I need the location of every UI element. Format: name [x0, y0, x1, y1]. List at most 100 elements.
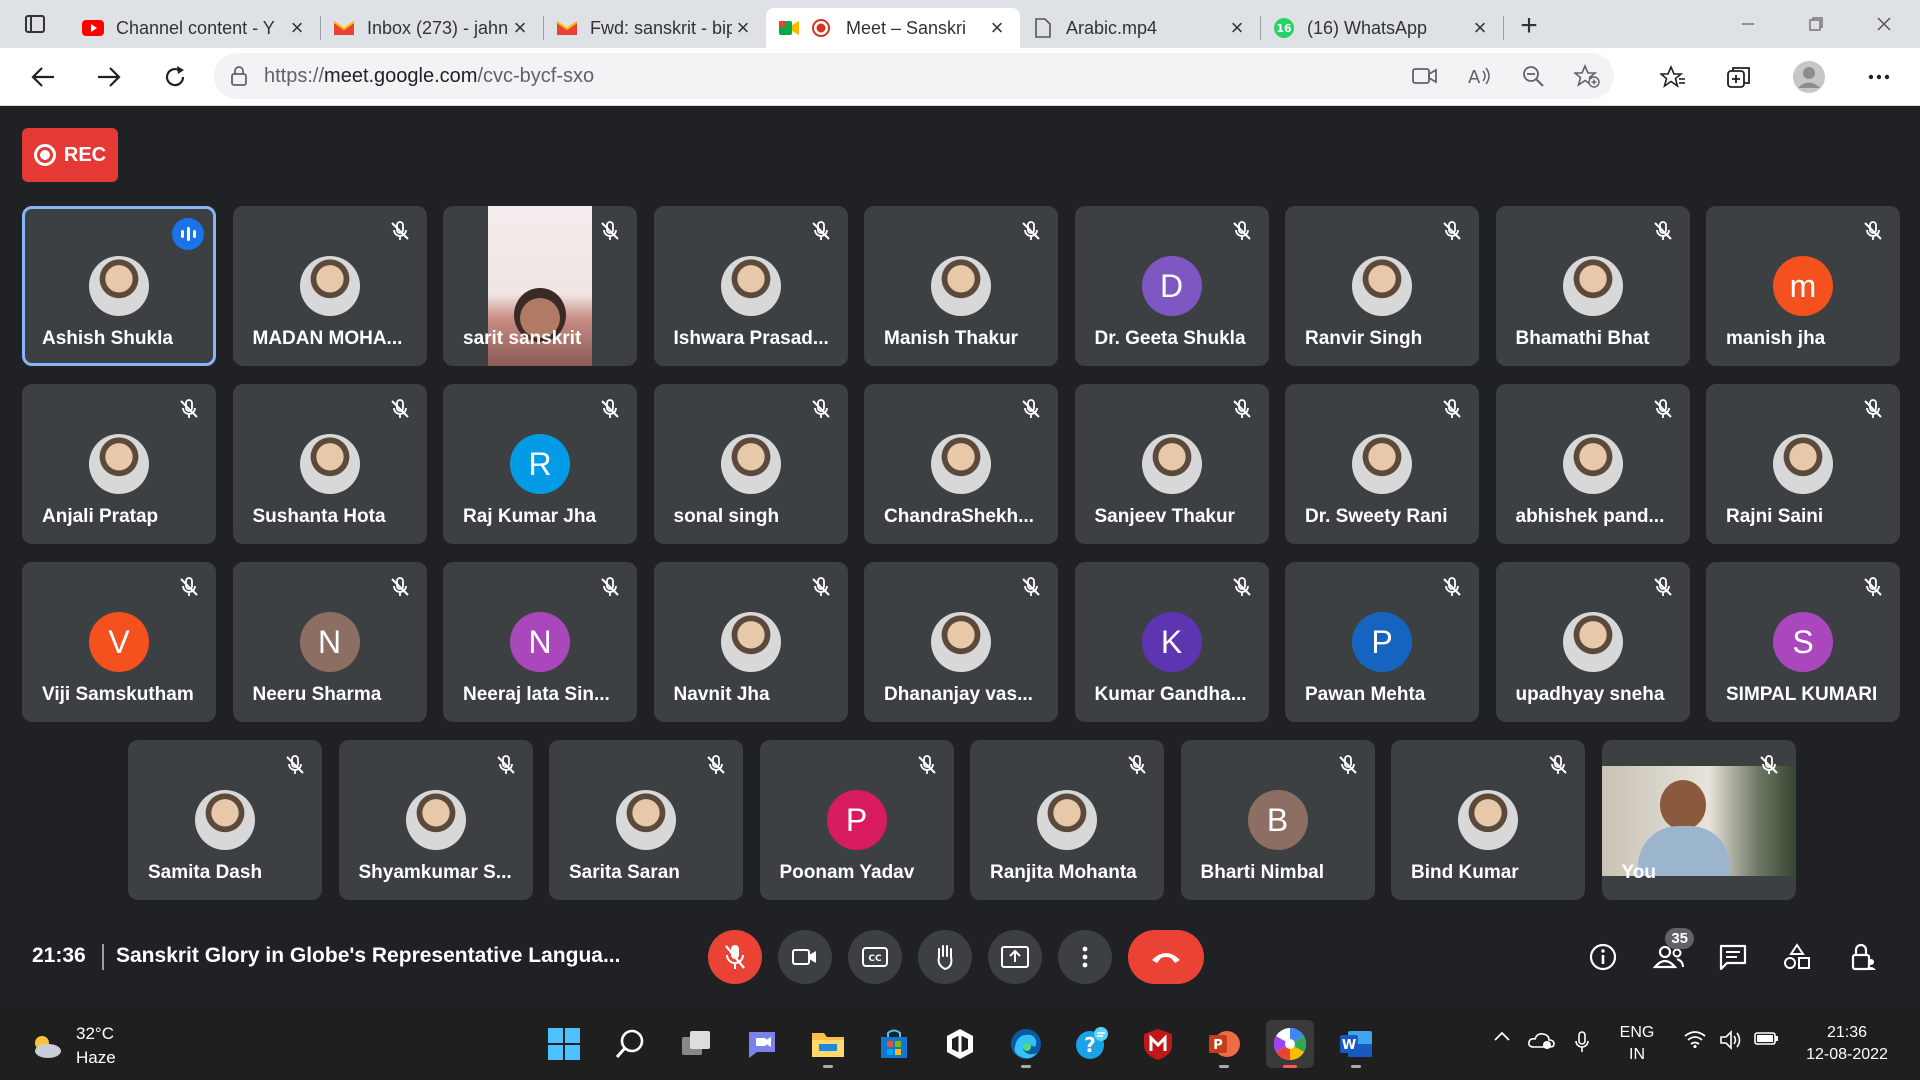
url-bar[interactable]: https://meet.google.com/cvc-bycf-sxo A: [214, 53, 1614, 99]
raise-hand-button[interactable]: [918, 930, 972, 984]
tab-arabic-mp4[interactable]: Arabic.mp4 ×: [1020, 8, 1260, 48]
present-screen-button[interactable]: [988, 930, 1042, 984]
participant-tile[interactable]: N Neeru Sharma: [232, 562, 427, 722]
word-button[interactable]: W: [1332, 1020, 1380, 1068]
search-button[interactable]: [606, 1020, 654, 1068]
close-icon[interactable]: ×: [1226, 15, 1248, 41]
people-button[interactable]: 35: [1642, 928, 1696, 984]
participant-tile[interactable]: Dhananjay vas...: [864, 562, 1058, 722]
meeting-details-button[interactable]: [1576, 930, 1630, 984]
tab-meet[interactable]: Meet – Sanskri ×: [766, 8, 1020, 48]
microphone-tray-button[interactable]: [1570, 1030, 1594, 1054]
leave-call-button[interactable]: [1128, 930, 1204, 984]
participant-tile[interactable]: K Kumar Gandha...: [1074, 562, 1269, 722]
participant-tile[interactable]: N Neeraj lata Sin...: [443, 562, 637, 722]
edge-browser-button[interactable]: [1002, 1020, 1050, 1068]
participant-tile[interactable]: B Bharti Nimbal: [1180, 740, 1375, 900]
lock-icon[interactable]: [214, 65, 264, 87]
participant-tile[interactable]: Anjali Pratap: [22, 384, 216, 544]
participant-tile[interactable]: Sanjeev Thakur: [1074, 384, 1269, 544]
participant-tile[interactable]: R Raj Kumar Jha: [443, 384, 637, 544]
participant-tile[interactable]: sarit sanskrit: [443, 206, 637, 366]
participant-tile[interactable]: Bind Kumar: [1391, 740, 1585, 900]
activities-button[interactable]: [1770, 930, 1824, 984]
favorites-button[interactable]: [1640, 48, 1706, 106]
clock-button[interactable]: 21:36 12-08-2022: [1792, 1022, 1902, 1066]
participant-tile[interactable]: Dr. Sweety Rani: [1285, 384, 1479, 544]
participant-tile[interactable]: Bhamathi Bhat: [1495, 206, 1690, 366]
participant-tile[interactable]: S SIMPAL KUMARI: [1706, 562, 1900, 722]
tab-youtube[interactable]: Channel content - Y ×: [70, 8, 320, 48]
volume-button[interactable]: [1716, 1030, 1746, 1050]
onedrive-button[interactable]: [1526, 1030, 1556, 1050]
camera-permission-button[interactable]: [1398, 53, 1452, 99]
chat-button[interactable]: [1706, 930, 1760, 984]
host-controls-button[interactable]: [1836, 930, 1890, 984]
participant-tile[interactable]: Ishwara Prasad...: [653, 206, 848, 366]
refresh-button[interactable]: [142, 48, 208, 106]
participant-tile[interactable]: P Poonam Yadav: [759, 740, 954, 900]
participant-tile[interactable]: Samita Dash: [128, 740, 322, 900]
task-view-button[interactable]: [672, 1020, 720, 1068]
mcafee-button[interactable]: [1134, 1020, 1182, 1068]
participant-tile[interactable]: D Dr. Geeta Shukla: [1074, 206, 1269, 366]
participant-tile[interactable]: m manish jha: [1706, 206, 1900, 366]
new-tab-button[interactable]: +: [1504, 9, 1554, 43]
more-options-button[interactable]: [1058, 930, 1112, 984]
participant-tile[interactable]: sonal singh: [653, 384, 848, 544]
tab-gmail-fwd[interactable]: Fwd: sanskrit - bipir ×: [544, 8, 766, 48]
participant-tile[interactable]: Navnit Jha: [653, 562, 848, 722]
participant-tile[interactable]: Manish Thakur: [864, 206, 1058, 366]
close-icon[interactable]: ×: [1469, 15, 1491, 41]
input-language-button[interactable]: ENG IN: [1612, 1022, 1662, 1066]
close-icon[interactable]: ×: [286, 15, 308, 41]
powerpoint-button[interactable]: P: [1200, 1020, 1248, 1068]
weather-widget[interactable]: 32°C Haze: [28, 1022, 116, 1070]
collections-button[interactable]: [1706, 48, 1772, 106]
participant-tile[interactable]: Ranvir Singh: [1285, 206, 1479, 366]
photo-app-button[interactable]: [1266, 1020, 1314, 1068]
restore-button[interactable]: [1784, 0, 1848, 48]
back-button[interactable]: [10, 48, 76, 106]
close-icon[interactable]: ×: [732, 15, 754, 41]
tab-actions-button[interactable]: [0, 0, 70, 48]
participant-tile[interactable]: upadhyay sneha: [1495, 562, 1690, 722]
zoom-button[interactable]: [1506, 53, 1560, 99]
tab-gmail-inbox[interactable]: Inbox (273) - jahnav ×: [321, 8, 543, 48]
network-button[interactable]: [1680, 1030, 1710, 1048]
tab-whatsapp[interactable]: 16 (16) WhatsApp ×: [1261, 8, 1503, 48]
read-aloud-button[interactable]: A: [1452, 53, 1506, 99]
battery-button[interactable]: [1752, 1030, 1782, 1046]
show-hidden-icons-button[interactable]: [1490, 1030, 1514, 1042]
close-icon[interactable]: ×: [986, 15, 1008, 41]
app-button[interactable]: [936, 1020, 984, 1068]
microsoft-store-button[interactable]: [870, 1020, 918, 1068]
back-arrow-icon: [31, 67, 54, 87]
participant-tile[interactable]: Sarita Saran: [549, 740, 743, 900]
participant-tile[interactable]: P Pawan Mehta: [1285, 562, 1479, 722]
profile-button[interactable]: [1776, 48, 1842, 106]
add-favorite-button[interactable]: [1560, 53, 1614, 99]
participant-tile[interactable]: abhishek pand...: [1495, 384, 1690, 544]
close-icon[interactable]: ×: [509, 15, 531, 41]
get-help-button[interactable]: ?: [1068, 1020, 1116, 1068]
participant-tile[interactable]: ChandraShekh...: [864, 384, 1058, 544]
settings-menu-button[interactable]: [1846, 48, 1912, 106]
forward-button[interactable]: [76, 48, 142, 106]
participant-tile[interactable]: MADAN MOHA...: [232, 206, 427, 366]
participant-tile[interactable]: Rajni Saini: [1706, 384, 1900, 544]
participant-tile[interactable]: Shyamkumar S...: [338, 740, 533, 900]
participant-tile[interactable]: You: [1601, 740, 1796, 900]
captions-button[interactable]: CC: [848, 930, 902, 984]
close-window-button[interactable]: [1852, 0, 1916, 48]
participant-tile[interactable]: Sushanta Hota: [232, 384, 427, 544]
file-explorer-button[interactable]: [804, 1020, 852, 1068]
camera-toggle-button[interactable]: [778, 930, 832, 984]
teams-chat-button[interactable]: [738, 1020, 786, 1068]
minimize-button[interactable]: [1716, 0, 1780, 48]
microphone-toggle-button[interactable]: [708, 930, 762, 984]
start-button[interactable]: [540, 1020, 588, 1068]
participant-tile[interactable]: Ranjita Mohanta: [970, 740, 1164, 900]
participant-tile[interactable]: V Viji Samskutham: [22, 562, 216, 722]
participant-tile[interactable]: Ashish Shukla: [22, 206, 216, 366]
